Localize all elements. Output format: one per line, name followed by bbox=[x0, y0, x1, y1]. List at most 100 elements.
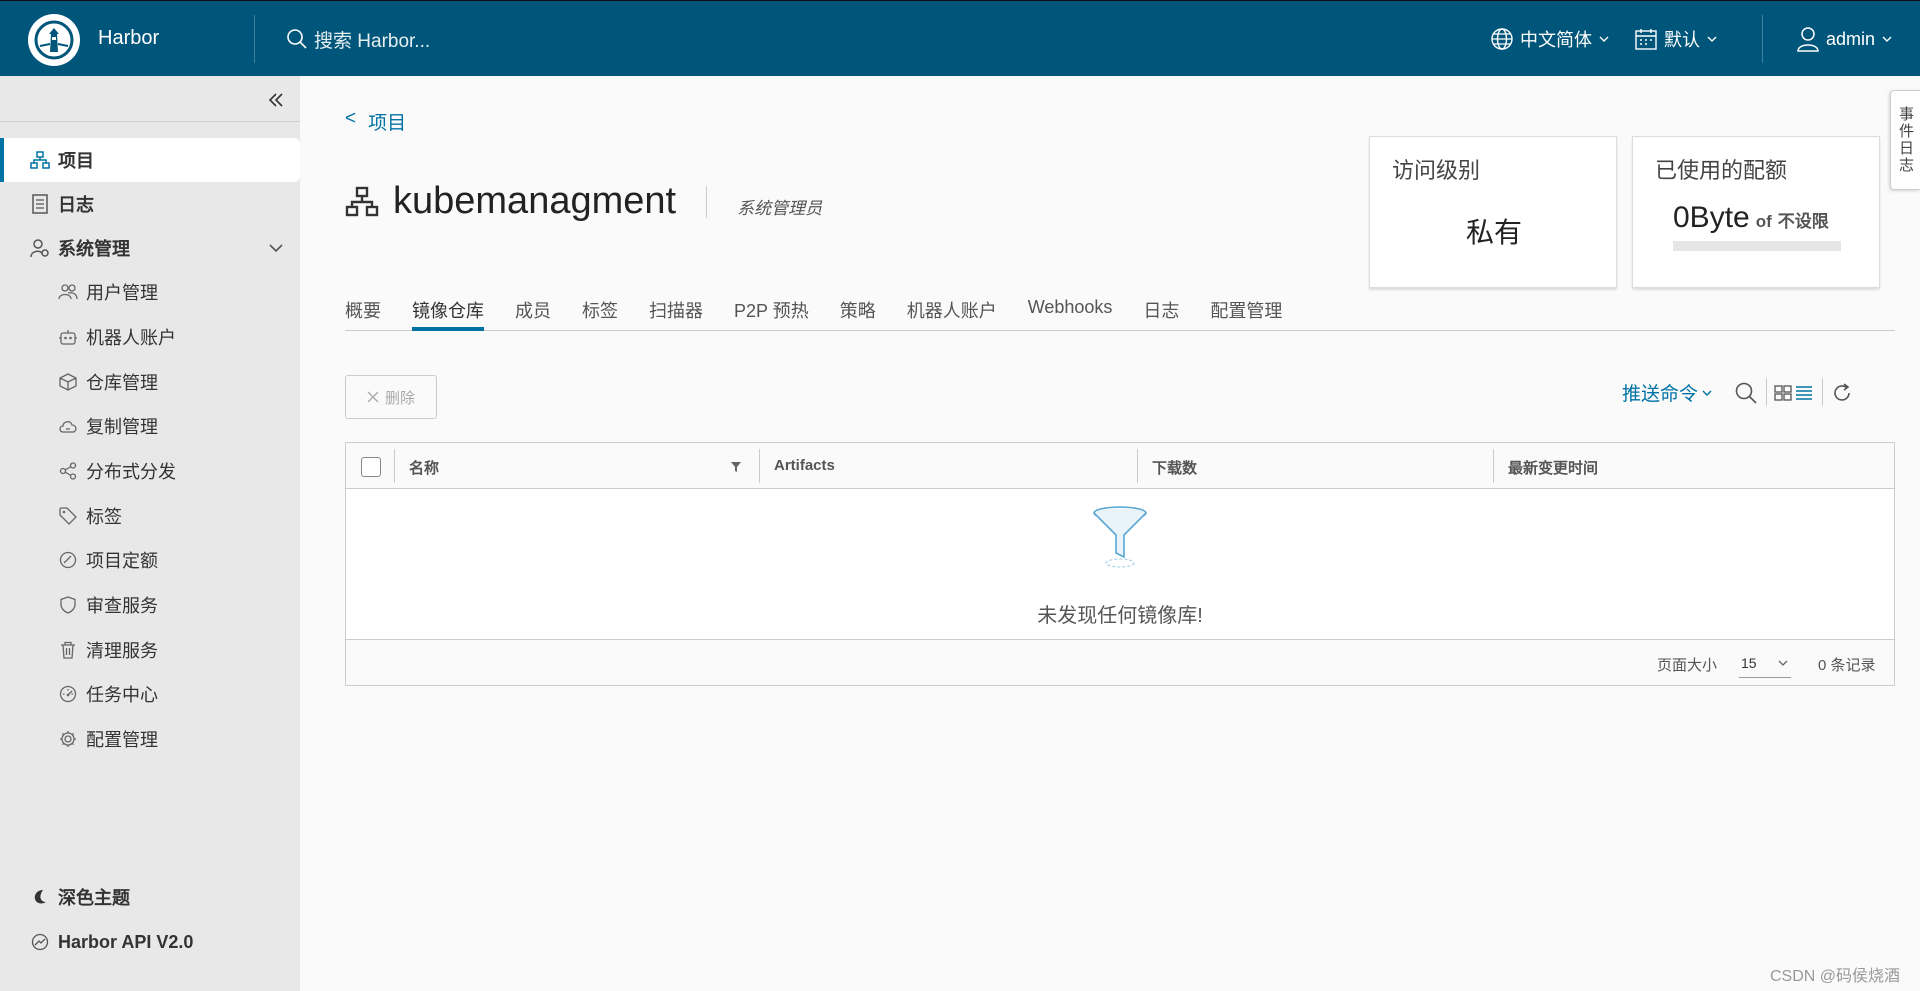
shield-icon bbox=[58, 595, 78, 615]
access-level-title: 访问级别 bbox=[1392, 158, 1481, 183]
sidebar-item-configuration[interactable]: 配置管理 bbox=[0, 717, 300, 761]
chevron-down-icon bbox=[1707, 36, 1717, 42]
event-log-side-tab[interactable]: 事件日志 bbox=[1890, 90, 1920, 190]
top-header: Harbor 搜索 Harbor... 中文简体 默认 admin bbox=[0, 0, 1920, 76]
sidebar-item-admin[interactable]: 系统管理 bbox=[0, 226, 300, 270]
sidebar: 项目 日志 系统管理 用户管理 机器人账户 仓库管理 复制管理 分布式分发 标签… bbox=[0, 76, 300, 991]
global-search[interactable]: 搜索 Harbor... bbox=[286, 25, 430, 53]
sidebar-item-label: 任务中心 bbox=[86, 685, 158, 705]
robot-icon bbox=[58, 327, 78, 347]
quota-used: 0Byte bbox=[1673, 201, 1750, 234]
sidebar-item-label: 分布式分发 bbox=[86, 462, 176, 482]
push-command-dropdown[interactable]: 推送命令 bbox=[1622, 379, 1712, 406]
sidebar-item-users[interactable]: 用户管理 bbox=[0, 270, 300, 314]
quota-icon bbox=[58, 550, 78, 570]
tab-repositories[interactable]: 镜像仓库 bbox=[412, 290, 484, 331]
quota-title: 已使用的配额 bbox=[1655, 158, 1788, 183]
select-all-checkbox[interactable] bbox=[361, 457, 381, 477]
sidebar-item-distribution[interactable]: 分布式分发 bbox=[0, 449, 300, 493]
api-icon bbox=[30, 932, 50, 952]
access-level-value: 私有 bbox=[1466, 217, 1523, 248]
sidebar-item-clean-up[interactable]: 清理服务 bbox=[0, 628, 300, 672]
tag-icon bbox=[58, 506, 78, 526]
column-header-last-modified[interactable]: 最新变更时间 bbox=[1508, 457, 1598, 478]
sidebar-item-label: 深色主题 bbox=[58, 888, 130, 908]
double-chevron-left-icon bbox=[268, 93, 283, 107]
sidebar-item-label: 标签 bbox=[86, 507, 122, 527]
harbor-logo[interactable] bbox=[28, 14, 80, 66]
project-role: 系统管理员 bbox=[737, 199, 823, 218]
moon-icon bbox=[30, 887, 50, 907]
toolbar-divider bbox=[1822, 378, 1823, 406]
tab-scanner[interactable]: 扫描器 bbox=[649, 290, 703, 330]
column-header-pulls[interactable]: 下载数 bbox=[1152, 457, 1197, 478]
breadcrumb[interactable]: < 项目 bbox=[345, 108, 406, 135]
user-menu[interactable]: admin bbox=[1796, 25, 1893, 53]
calendar-icon bbox=[1635, 29, 1657, 50]
datagrid-header: 名称 Artifacts 下载数 最新变更时间 bbox=[346, 443, 1894, 489]
side-tab-label: 事件日志 bbox=[1897, 106, 1914, 174]
access-level-card: 访问级别 私有 bbox=[1369, 136, 1617, 288]
sidebar-item-label: 项目 bbox=[58, 151, 94, 171]
api-link[interactable]: Harbor API V2.0 bbox=[0, 920, 300, 964]
sidebar-item-job-service[interactable]: 任务中心 bbox=[0, 672, 300, 716]
distribution-icon bbox=[58, 461, 78, 481]
sidebar-item-interrogation[interactable]: 审查服务 bbox=[0, 583, 300, 627]
trash-icon bbox=[58, 640, 78, 660]
sidebar-item-label: 系统管理 bbox=[58, 239, 130, 259]
sidebar-item-projects[interactable]: 项目 bbox=[0, 138, 300, 182]
dark-theme-toggle[interactable]: 深色主题 bbox=[0, 875, 300, 919]
chevron-down-icon bbox=[1778, 660, 1788, 666]
column-divider bbox=[759, 449, 760, 483]
card-view-button[interactable] bbox=[1773, 379, 1793, 407]
project-name: kubemanagment bbox=[393, 180, 677, 222]
language-selector[interactable]: 中文简体 bbox=[1490, 25, 1610, 53]
tab-configuration[interactable]: 配置管理 bbox=[1210, 290, 1282, 330]
tab-summary[interactable]: 概要 bbox=[345, 290, 381, 330]
users-icon bbox=[58, 282, 78, 302]
sidebar-item-registries[interactable]: 仓库管理 bbox=[0, 360, 300, 404]
sidebar-item-robots[interactable]: 机器人账户 bbox=[0, 315, 300, 359]
column-header-name[interactable]: 名称 bbox=[409, 457, 439, 478]
column-divider bbox=[394, 449, 395, 483]
back-chevron[interactable]: < bbox=[345, 108, 356, 135]
tab-policy[interactable]: 策略 bbox=[840, 290, 876, 330]
filter-icon[interactable] bbox=[730, 461, 742, 473]
record-count: 0 条记录 bbox=[1818, 657, 1876, 674]
sidebar-item-labels[interactable]: 标签 bbox=[0, 494, 300, 538]
tab-logs[interactable]: 日志 bbox=[1143, 290, 1179, 330]
collapse-sidebar-button[interactable] bbox=[264, 88, 288, 112]
tab-labels[interactable]: 标签 bbox=[582, 290, 618, 330]
title-divider bbox=[706, 185, 708, 218]
grid-view-icon bbox=[1774, 385, 1792, 401]
chevron-down-icon bbox=[1599, 36, 1609, 42]
empty-placeholder: 未发现任何镜像库! bbox=[346, 489, 1894, 639]
sidebar-item-logs[interactable]: 日志 bbox=[0, 182, 300, 226]
tab-p2p-preheat[interactable]: P2P 预热 bbox=[734, 290, 809, 330]
tab-members[interactable]: 成员 bbox=[515, 290, 551, 330]
sidebar-item-label: 机器人账户 bbox=[86, 328, 176, 348]
column-header-artifacts[interactable]: Artifacts bbox=[774, 457, 835, 474]
page-size-select[interactable]: 15 bbox=[1739, 648, 1791, 678]
project-icon bbox=[30, 150, 50, 170]
replication-icon bbox=[58, 416, 78, 436]
search-button[interactable] bbox=[1732, 379, 1760, 407]
search-placeholder[interactable]: 搜索 Harbor... bbox=[314, 26, 430, 53]
tab-robot-accounts[interactable]: 机器人账户 bbox=[907, 290, 997, 330]
funnel-icon bbox=[1093, 506, 1147, 568]
sidebar-item-label: 复制管理 bbox=[86, 417, 158, 437]
breadcrumb-projects-link[interactable]: 项目 bbox=[368, 108, 406, 135]
chevron-down-icon bbox=[1702, 390, 1712, 396]
refresh-button[interactable] bbox=[1828, 379, 1856, 407]
list-view-button[interactable] bbox=[1794, 379, 1814, 407]
sidebar-item-label: 日志 bbox=[58, 195, 94, 215]
theme-selector[interactable]: 默认 bbox=[1634, 25, 1718, 53]
sidebar-item-label: 配置管理 bbox=[86, 730, 158, 750]
sidebar-item-replication[interactable]: 复制管理 bbox=[0, 404, 300, 448]
brand-name[interactable]: Harbor bbox=[98, 27, 159, 50]
delete-label: 删除 bbox=[384, 389, 415, 407]
sidebar-item-quotas[interactable]: 项目定额 bbox=[0, 538, 300, 582]
sidebar-item-label: 仓库管理 bbox=[86, 373, 158, 393]
delete-button[interactable]: 删除 bbox=[345, 375, 437, 419]
tab-webhooks[interactable]: Webhooks bbox=[1028, 290, 1113, 330]
